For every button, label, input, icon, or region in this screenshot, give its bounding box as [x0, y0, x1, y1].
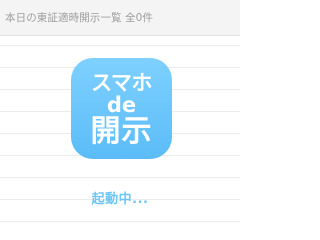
loading-status: 起動中... — [91, 192, 149, 207]
app-logo-icon: スマホ de 開示 — [71, 58, 172, 159]
app-screen: 本日の東証適時開示一覧 全0件 スマホ de 開示 起動中... — [0, 0, 240, 240]
header-bar: 本日の東証適時開示一覧 全0件 — [0, 0, 240, 36]
logo-line-3: 開示 — [90, 113, 153, 149]
logo-line-2: de — [106, 92, 137, 117]
page-title: 本日の東証適時開示一覧 全0件 — [5, 12, 154, 24]
logo-line-1: スマホ — [91, 70, 152, 95]
